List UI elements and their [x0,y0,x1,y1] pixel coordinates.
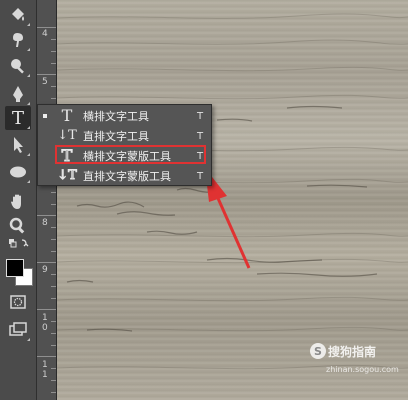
dodge-icon[interactable] [5,54,31,78]
quick-mask-icon[interactable] [5,290,31,314]
wood-grain-texture [57,13,408,370]
horizontal-type-icon: T [61,106,73,125]
menu-item-shortcut: T [197,110,204,122]
ellipse-icon[interactable] [5,160,31,184]
smudge-icon[interactable] [5,28,31,52]
menu-item-shortcut: T [197,130,204,142]
type-tool-glyph: T [11,107,24,129]
type-tool-icon[interactable]: T [5,106,31,130]
sogou-watermark: S 搜狗指南 zhinan.sogou.com [310,343,406,379]
red-highlight-box [55,145,206,164]
vertical-ruler: 4 5 6 7 8 9 1 0 1 1 [37,0,57,400]
hand-icon[interactable] [5,190,31,214]
tools-panel: T [0,0,37,400]
menu-item-shortcut: T [197,170,204,182]
watermark-url: zhinan.sogou.com [326,365,399,374]
menu-item-label: 直排文字蒙版工具 [83,170,171,183]
path-selection-icon[interactable] [5,133,31,157]
paint-bucket-icon[interactable] [5,3,31,27]
color-swatches[interactable] [4,257,34,287]
ruler-ticks [37,27,56,393]
foreground-color-swatch[interactable] [6,259,24,277]
pen-icon[interactable] [5,82,31,106]
watermark-title: 搜狗指南 [328,345,377,359]
menu-item-horizontal-type-tool[interactable]: T 横排文字工具 T [38,106,211,126]
menu-item-label: 横排文字工具 [83,110,149,123]
vertical-type-icon: ↓T [57,128,77,143]
document-canvas[interactable] [57,0,408,400]
swap-colors-icon[interactable] [5,236,31,252]
selected-bullet-icon [43,114,47,118]
menu-item-vertical-type-tool[interactable]: ↓T 直排文字工具 T [38,126,211,146]
vertical-type-mask-icon: ↓T [57,168,78,184]
sogou-logo-icon: S [310,343,326,359]
menu-item-label: 直排文字工具 [83,130,149,143]
zoom-icon[interactable] [5,214,31,238]
menu-item-vertical-type-mask-tool[interactable]: ↓T 直排文字蒙版工具 T [38,166,211,186]
screen-mode-icon[interactable] [5,318,31,342]
